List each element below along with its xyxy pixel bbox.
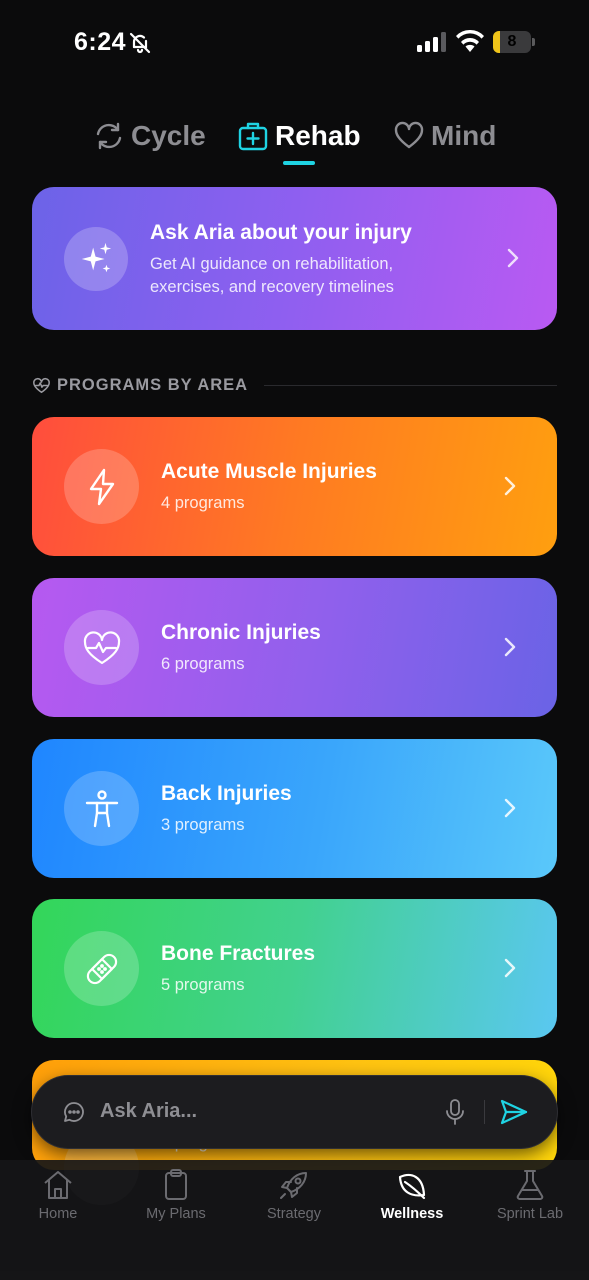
tabbar-label: My Plans	[146, 1206, 206, 1222]
program-title: Chronic Injuries	[161, 621, 321, 644]
house-icon	[44, 1171, 72, 1199]
clipboard-icon	[165, 1169, 187, 1200]
leaf-icon	[398, 1173, 426, 1200]
heart-pulse-icon	[33, 377, 50, 393]
flask-icon	[516, 1170, 544, 1200]
program-count: 4 programs	[161, 494, 245, 512]
status-time: 6:24	[74, 28, 127, 56]
tabbar-item-strategy[interactable]: Strategy	[239, 1168, 349, 1222]
chevron-right-icon	[504, 798, 516, 818]
program-card-bone-fractures[interactable]: Bone Fractures 5 programs	[32, 899, 557, 1038]
microphone-icon[interactable]	[445, 1099, 465, 1125]
program-icon-circle	[64, 449, 139, 524]
tabbar-item-my-plans[interactable]: My Plans	[121, 1168, 231, 1222]
tabbar-item-sprint-lab[interactable]: Sprint Lab	[475, 1168, 585, 1222]
status-bar: 6:24 8	[0, 0, 589, 90]
cellular-signal-icon	[417, 32, 446, 52]
bell-muted-icon	[129, 32, 151, 54]
program-icon-circle	[64, 771, 139, 846]
program-card-chronic[interactable]: Chronic Injuries 6 programs	[32, 578, 557, 717]
program-icon-circle	[64, 931, 139, 1006]
program-count: 5 programs	[161, 976, 245, 994]
program-icon-circle	[64, 610, 139, 685]
chevron-right-icon	[507, 248, 519, 268]
hero-icon-circle	[64, 227, 128, 291]
send-icon[interactable]	[500, 1099, 528, 1125]
ask-aria-card[interactable]: Ask Aria about your injury Get AI guidan…	[32, 187, 557, 330]
tabbar-label: Strategy	[267, 1206, 321, 1222]
battery-icon: 8	[493, 31, 535, 53]
program-title: Back Injuries	[161, 782, 292, 805]
program-count: 3 programs	[161, 816, 245, 834]
tab-label: Mind	[431, 120, 497, 151]
ask-aria-bar[interactable]: Ask Aria...	[32, 1076, 557, 1148]
bandage-icon	[86, 953, 117, 984]
ask-input[interactable]: Ask Aria...	[100, 1100, 197, 1123]
section-header: PROGRAMS BY AREA	[33, 375, 557, 395]
sparkles-icon	[81, 242, 112, 273]
tabbar-label: Wellness	[380, 1206, 444, 1222]
program-card-back[interactable]: Back Injuries 3 programs	[32, 739, 557, 878]
ask-bar-divider	[484, 1100, 485, 1124]
battery-level: 8	[507, 33, 517, 50]
tabbar-label: Sprint Lab	[496, 1206, 564, 1222]
tab-label: Rehab	[275, 120, 361, 151]
heart-icon	[394, 121, 424, 149]
section-label: PROGRAMS BY AREA	[57, 375, 249, 394]
lightning-icon	[89, 468, 114, 505]
program-title: Acute Muscle Injuries	[161, 460, 377, 483]
hero-description: Get AI guidance on rehabilitation, exerc…	[150, 255, 394, 296]
heart-pulse-icon	[83, 630, 120, 664]
tabbar-label: Home	[38, 1206, 78, 1222]
section-divider	[264, 384, 557, 386]
program-title: Bone Fractures	[161, 942, 316, 965]
tabbar-item-home[interactable]: Home	[3, 1168, 113, 1222]
program-count: 6 programs	[161, 655, 245, 673]
chat-bubble-icon	[64, 1102, 84, 1122]
segment-tabs: Cycle Rehab Mind	[0, 110, 589, 170]
hero-title: Ask Aria about your injury	[150, 221, 412, 244]
tab-mind[interactable]: Mind	[393, 116, 496, 156]
chevron-right-icon	[504, 637, 516, 657]
medical-kit-icon	[238, 122, 268, 151]
program-card-acute-muscle[interactable]: Acute Muscle Injuries 4 programs	[32, 417, 557, 556]
chevron-right-icon	[504, 958, 516, 978]
active-tab-indicator	[283, 161, 315, 165]
tab-cycle[interactable]: Cycle	[93, 116, 206, 156]
refresh-icon	[96, 122, 122, 150]
tab-rehab[interactable]: Rehab	[237, 116, 361, 156]
wifi-icon	[456, 30, 484, 52]
tabbar-item-wellness[interactable]: Wellness	[357, 1168, 467, 1222]
tab-label: Cycle	[131, 120, 206, 151]
person-figure-icon	[85, 789, 118, 827]
chevron-right-icon	[504, 476, 516, 496]
rocket-icon	[280, 1172, 307, 1199]
bottom-tab-bar: Home My Plans Strategy Wellness Sprint L…	[0, 1160, 589, 1280]
